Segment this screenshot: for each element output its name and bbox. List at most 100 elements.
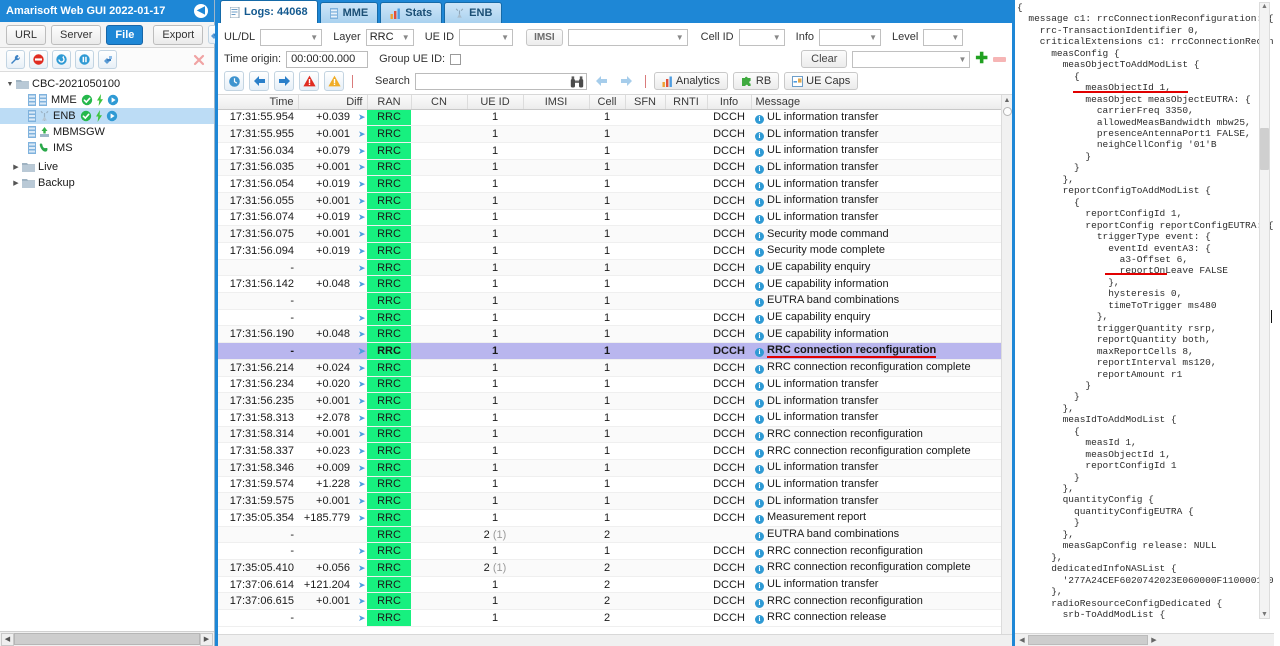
col-rnti[interactable]: RNTI <box>665 95 708 110</box>
server-button[interactable]: Server <box>51 24 102 45</box>
clear-button[interactable]: Clear <box>801 50 848 68</box>
col-imsi[interactable]: IMSI <box>523 95 590 110</box>
scroll-right-icon[interactable]: ▶ <box>1148 636 1160 644</box>
table-row[interactable]: 17:31:55.955 +0.001 ➤ RRC 1 1 DCCH i DL informat… <box>218 125 1001 143</box>
prev-arrow-icon[interactable] <box>592 71 612 91</box>
table-row[interactable]: 17:35:05.354 +185.779 ➤ RRC 1 1 DCCH i Measureme… <box>218 509 1001 527</box>
wrench-icon[interactable] <box>6 50 25 69</box>
error-icon[interactable] <box>299 71 319 91</box>
binoculars-icon[interactable] <box>570 75 584 92</box>
tree-item-mme[interactable]: MME <box>0 92 214 108</box>
scroll-right-icon[interactable]: ▶ <box>200 632 213 646</box>
scrollbar-thumb[interactable] <box>1002 107 1012 116</box>
refresh-icon[interactable] <box>52 50 71 69</box>
stop-icon[interactable] <box>29 50 48 69</box>
chevron-left-icon[interactable]: ◀ <box>194 4 208 18</box>
scroll-up-icon[interactable]: ▲ <box>1261 3 1268 10</box>
tab-mme[interactable]: MME <box>319 2 379 23</box>
log-vertical-scrollbar[interactable]: ▲ <box>1001 95 1012 634</box>
tab-stats[interactable]: Stats <box>380 2 443 23</box>
col-cn[interactable]: CN <box>411 95 468 110</box>
table-row[interactable]: 17:31:56.234 +0.020 ➤ RRC 1 1 DCCH i UL informat… <box>218 376 1001 394</box>
url-button[interactable]: URL <box>6 24 47 45</box>
clock-icon[interactable] <box>224 71 244 91</box>
log-horizontal-scrollbar[interactable] <box>218 634 1012 646</box>
forward-arrow-icon[interactable] <box>274 71 294 91</box>
table-row[interactable]: 17:31:58.313 +2.078 ➤ RRC 1 1 DCCH i UL informat… <box>218 409 1001 427</box>
minus-icon[interactable] <box>993 56 1006 62</box>
expand-arrow-icon[interactable]: ▼ <box>4 81 16 88</box>
table-row[interactable]: 17:37:06.615 +0.001 ➤ RRC 1 2 DCCH i RRC connect… <box>218 592 1001 611</box>
col-cell[interactable]: Cell <box>589 95 626 110</box>
uldl-select[interactable]: ▼ <box>260 28 323 46</box>
col-ran[interactable]: RAN <box>367 95 412 110</box>
table-row[interactable]: 17:31:56.190 +0.048 ➤ RRC 1 1 DCCH i UE capabili… <box>218 325 1001 344</box>
table-row[interactable]: 17:31:56.035 +0.001 ➤ RRC 1 1 DCCH i DL informat… <box>218 159 1001 177</box>
table-row[interactable]: - RRC 2 (1) 2 i EUTRA band combinations <box>218 526 1001 544</box>
scroll-left-icon[interactable]: ◀ <box>1 632 14 646</box>
col-sfn[interactable]: SFN <box>625 95 666 110</box>
table-row[interactable]: 17:31:58.314 +0.001 ➤ RRC 1 1 DCCH i RRC connect… <box>218 426 1001 444</box>
plug-icon[interactable] <box>98 50 117 69</box>
scrollbar-thumb[interactable] <box>14 633 200 645</box>
table-row[interactable]: 17:31:59.575 +0.001 ➤ RRC 1 1 DCCH i DL informat… <box>218 492 1001 510</box>
collapse-arrow-icon[interactable]: ▶ <box>10 163 22 171</box>
table-row[interactable]: - ➤ RRC 1 1 DCCH i RRC connection reconfigurati… <box>218 342 1001 360</box>
layer-select[interactable]: RRC ▼ <box>365 28 414 46</box>
export-button[interactable]: Export <box>153 24 204 45</box>
tree-item-cbc[interactable]: ▼ CBC-2021050100 <box>0 76 214 92</box>
col-ueid[interactable]: UE ID <box>467 95 524 110</box>
table-row[interactable]: 17:31:58.337 +0.023 ➤ RRC 1 1 DCCH i RRC connect… <box>218 442 1001 460</box>
tree-item-mbmsgw[interactable]: MBMSGW <box>0 124 214 140</box>
table-row[interactable]: - ➤ RRC 1 1 DCCH i RRC connection reconfigurati… <box>218 542 1001 561</box>
table-row[interactable]: - ➤ RRC 1 2 DCCH i RRC connection release <box>218 609 1001 627</box>
tree-item-ims[interactable]: IMS <box>0 140 214 156</box>
scroll-down-icon[interactable]: ▼ <box>1261 611 1268 618</box>
tree-item-enb[interactable]: ENB <box>0 108 214 124</box>
ueid-select[interactable]: ▼ <box>459 28 514 46</box>
table-row[interactable]: 17:31:55.954 +0.039 ➤ RRC 1 1 DCCH i UL informat… <box>218 109 1001 127</box>
level-select[interactable]: ▼ <box>923 28 964 46</box>
info-select[interactable]: ▼ <box>819 28 881 46</box>
table-row[interactable]: - RRC 1 1 i EUTRA band combinations <box>218 292 1001 310</box>
table-row[interactable]: 17:35:05.410 +0.056 ➤ RRC 2 (1) 2 DCCH i RRC con… <box>218 559 1001 577</box>
file-button[interactable]: File <box>106 24 144 45</box>
time-origin-input[interactable]: 00:00:00.000 <box>286 50 369 68</box>
table-row[interactable]: 17:31:59.574 +1.228 ➤ RRC 1 1 DCCH i UL informat… <box>218 476 1001 494</box>
detail-scrollbar-thumb[interactable] <box>1260 128 1269 170</box>
detail-vertical-scrollbar[interactable]: ▲ ▼ <box>1259 2 1270 619</box>
cellid-select[interactable]: ▼ <box>738 28 785 46</box>
rrc-message-text[interactable]: { message c1: rrcConnectionReconfigurati… <box>1017 2 1274 620</box>
tree-item-backup[interactable]: ▶ Backup <box>0 175 214 191</box>
ue-caps-button[interactable]: UE Caps <box>784 72 859 90</box>
table-row[interactable]: 17:31:56.094 +0.019 ➤ RRC 1 1 DCCH i Security mo… <box>218 242 1001 260</box>
collapse-arrow-icon[interactable]: ▶ <box>10 179 22 187</box>
imsi-button[interactable]: IMSI <box>526 28 563 46</box>
scrollbar-thumb[interactable] <box>1028 635 1148 645</box>
analytics-button[interactable]: Analytics <box>653 72 728 90</box>
delete-icon[interactable] <box>189 50 208 69</box>
tab-logs[interactable]: Logs: 44068 <box>220 0 318 23</box>
table-row[interactable]: 17:31:56.054 +0.019 ➤ RRC 1 1 DCCH i UL informat… <box>218 175 1001 193</box>
detail-horizontal-scrollbar[interactable]: ◀ ▶ <box>1015 633 1274 646</box>
tree-item-live[interactable]: ▶ Live <box>0 159 214 175</box>
table-row[interactable]: - ➤ RRC 1 1 DCCH i UE capability enquiry <box>218 259 1001 277</box>
scroll-left-icon[interactable]: ◀ <box>1016 636 1028 644</box>
col-info[interactable]: Info <box>707 95 752 110</box>
pause-icon[interactable] <box>75 50 94 69</box>
table-row[interactable]: 17:31:58.346 +0.009 ➤ RRC 1 1 DCCH i UL informat… <box>218 459 1001 477</box>
table-row[interactable]: 17:37:06.614 +121.204 ➤ RRC 1 2 DCCH i UL inform… <box>218 576 1001 594</box>
plus-icon[interactable]: ✚ <box>975 51 988 66</box>
search-input[interactable] <box>414 72 587 92</box>
tab-enb[interactable]: ENB <box>444 2 503 23</box>
preset-select[interactable]: ▼ <box>852 50 971 68</box>
table-row[interactable]: 17:31:56.142 +0.048 ➤ RRC 1 1 DCCH i UE capabili… <box>218 275 1001 294</box>
col-diff[interactable]: Diff <box>298 95 368 110</box>
back-arrow-icon[interactable] <box>249 71 269 91</box>
rb-button[interactable]: RB <box>732 72 780 90</box>
scroll-up-icon[interactable]: ▲ <box>1004 97 1011 104</box>
table-row[interactable]: 17:31:56.075 +0.001 ➤ RRC 1 1 DCCH i Security mo… <box>218 225 1001 243</box>
col-time[interactable]: Time <box>218 95 299 110</box>
imsi-select[interactable]: ▼ <box>567 28 688 46</box>
next-arrow-icon[interactable] <box>617 71 637 91</box>
